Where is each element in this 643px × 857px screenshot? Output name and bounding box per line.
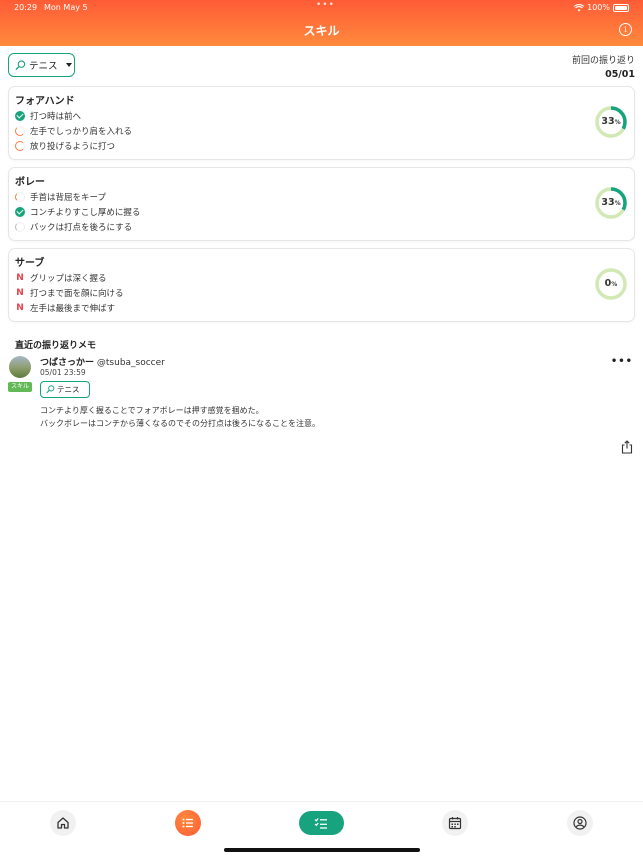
skill-item[interactable]: N 左手は最後まで伸ばす — [15, 301, 115, 314]
skill-card-serve[interactable]: サーブ N グリップは深く握る N 打つまで面を顔に向ける N 左手は最後まで伸… — [8, 248, 635, 322]
nav-calendar-button[interactable] — [442, 810, 468, 836]
memo-text-line: バックボレーはコンチから薄くなるのでその分打点は後ろになることを注意。 — [40, 419, 320, 428]
skill-item[interactable]: コンチよりすこし厚めに握る — [15, 205, 140, 218]
progress-value: 33 — [601, 197, 615, 208]
calendar-icon — [448, 817, 462, 830]
status-date: Mon May 5 — [44, 3, 88, 12]
new-badge-icon: N — [16, 287, 24, 298]
skill-item[interactable]: 打つ時は前へ — [15, 109, 81, 122]
skill-progress-gauge: 33% — [594, 105, 628, 139]
checklist-icon — [314, 818, 327, 829]
last-review-date: 05/01 — [605, 69, 635, 80]
battery-percent: 100% — [587, 3, 610, 12]
skill-title: サーブ — [15, 258, 45, 269]
memo-tag[interactable]: テニス — [40, 381, 90, 398]
more-menu-icon[interactable]: ••• — [611, 356, 633, 367]
skill-item-label: 打つ時は前へ — [30, 111, 82, 122]
memo-user-name: つばさっかー — [40, 358, 95, 368]
nav-skill-button[interactable] — [299, 811, 344, 835]
skill-item[interactable]: N グリップは深く握る — [15, 271, 107, 284]
skill-item-label: 手首は背屈をキープ — [30, 192, 106, 203]
skill-item-label: 左手は最後まで伸ばす — [30, 303, 116, 314]
progress-ring-icon — [15, 125, 25, 136]
wifi-icon — [574, 3, 585, 11]
skill-item-label: 打つまで面を顔に向ける — [30, 288, 124, 299]
memo-text-line: コンチより厚く握ることでフォアボレーは押す感覚を掴めた。 — [40, 406, 264, 415]
user-icon — [573, 816, 587, 830]
battery-icon — [613, 3, 629, 12]
skill-item-label: 放り投げるように打つ — [30, 141, 116, 152]
nav-home-button[interactable] — [50, 810, 76, 836]
check-circle-icon — [15, 110, 25, 121]
home-indicator — [224, 848, 420, 852]
skill-progress-gauge: 0% — [594, 267, 628, 301]
progress-value: 33 — [601, 116, 615, 127]
memo-user-handle: @tsuba_soccer — [96, 358, 165, 368]
status-time: 20:29 — [14, 3, 38, 12]
skill-item[interactable]: 手首は背屈をキープ — [15, 190, 106, 203]
nav-profile-button[interactable] — [567, 810, 593, 836]
progress-ring-icon — [15, 191, 25, 202]
avatar[interactable] — [9, 356, 31, 378]
percent-sign: % — [614, 200, 621, 207]
sport-filter-dropdown[interactable]: テニス — [8, 53, 75, 77]
skill-progress-gauge: 33% — [594, 186, 628, 220]
skill-item-label: バックは打点を後ろにする — [30, 222, 133, 233]
skill-item[interactable]: 左手でしっかり肩を入れる — [15, 124, 132, 137]
multitask-dots-icon[interactable]: ••• — [316, 0, 335, 10]
sport-filter-label: テニス — [29, 61, 58, 72]
tennis-racket-icon — [46, 385, 55, 394]
check-circle-icon — [15, 206, 25, 217]
home-icon — [57, 817, 69, 829]
new-badge-icon: N — [16, 272, 24, 283]
memo-datetime: 05/01 23:59 — [40, 368, 86, 377]
skill-card-volley[interactable]: ボレー 手首は背屈をキープ コンチよりすこし厚めに握る バックは打点を後ろにする… — [8, 167, 635, 241]
percent-sign: % — [614, 119, 621, 126]
app-header: 20:29 Mon May 5 ••• 100% スキル i — [0, 0, 643, 46]
page-title: スキル — [303, 24, 340, 38]
skill-title: ボレー — [15, 177, 45, 188]
info-icon[interactable]: i — [619, 23, 632, 36]
progress-ring-icon — [15, 221, 25, 232]
list-icon — [182, 818, 193, 828]
chevron-down-icon — [65, 63, 72, 67]
last-review-label: 前回の振り返り — [571, 56, 635, 66]
skill-badge: スキル — [8, 382, 32, 392]
percent-sign: % — [611, 281, 618, 288]
share-icon[interactable] — [621, 440, 633, 454]
memo-section-title: 直近の振り返りメモ — [15, 341, 97, 351]
skill-item[interactable]: N 打つまで面を顔に向ける — [15, 286, 124, 299]
skill-card-forehand[interactable]: フォアハンド 打つ時は前へ 左手でしっかり肩を入れる 放り投げるように打つ 33… — [8, 86, 635, 160]
status-right: 100% — [574, 3, 629, 12]
new-badge-icon: N — [16, 302, 24, 313]
skill-item[interactable]: 放り投げるように打つ — [15, 139, 115, 152]
progress-ring-icon — [15, 140, 25, 151]
skill-item-label: グリップは深く握る — [30, 273, 107, 284]
tennis-racket-icon — [15, 59, 26, 70]
last-review: 前回の振り返り 05/01 — [572, 53, 635, 80]
memo-user[interactable]: つばさっかー @tsuba_soccer — [40, 355, 165, 368]
skill-item-label: 左手でしっかり肩を入れる — [30, 126, 133, 137]
nav-list-button[interactable] — [175, 810, 201, 836]
memo-tag-label: テニス — [57, 385, 80, 394]
skill-item[interactable]: バックは打点を後ろにする — [15, 220, 132, 233]
skill-item-label: コンチよりすこし厚めに握る — [30, 207, 141, 218]
skill-title: フォアハンド — [15, 96, 75, 107]
